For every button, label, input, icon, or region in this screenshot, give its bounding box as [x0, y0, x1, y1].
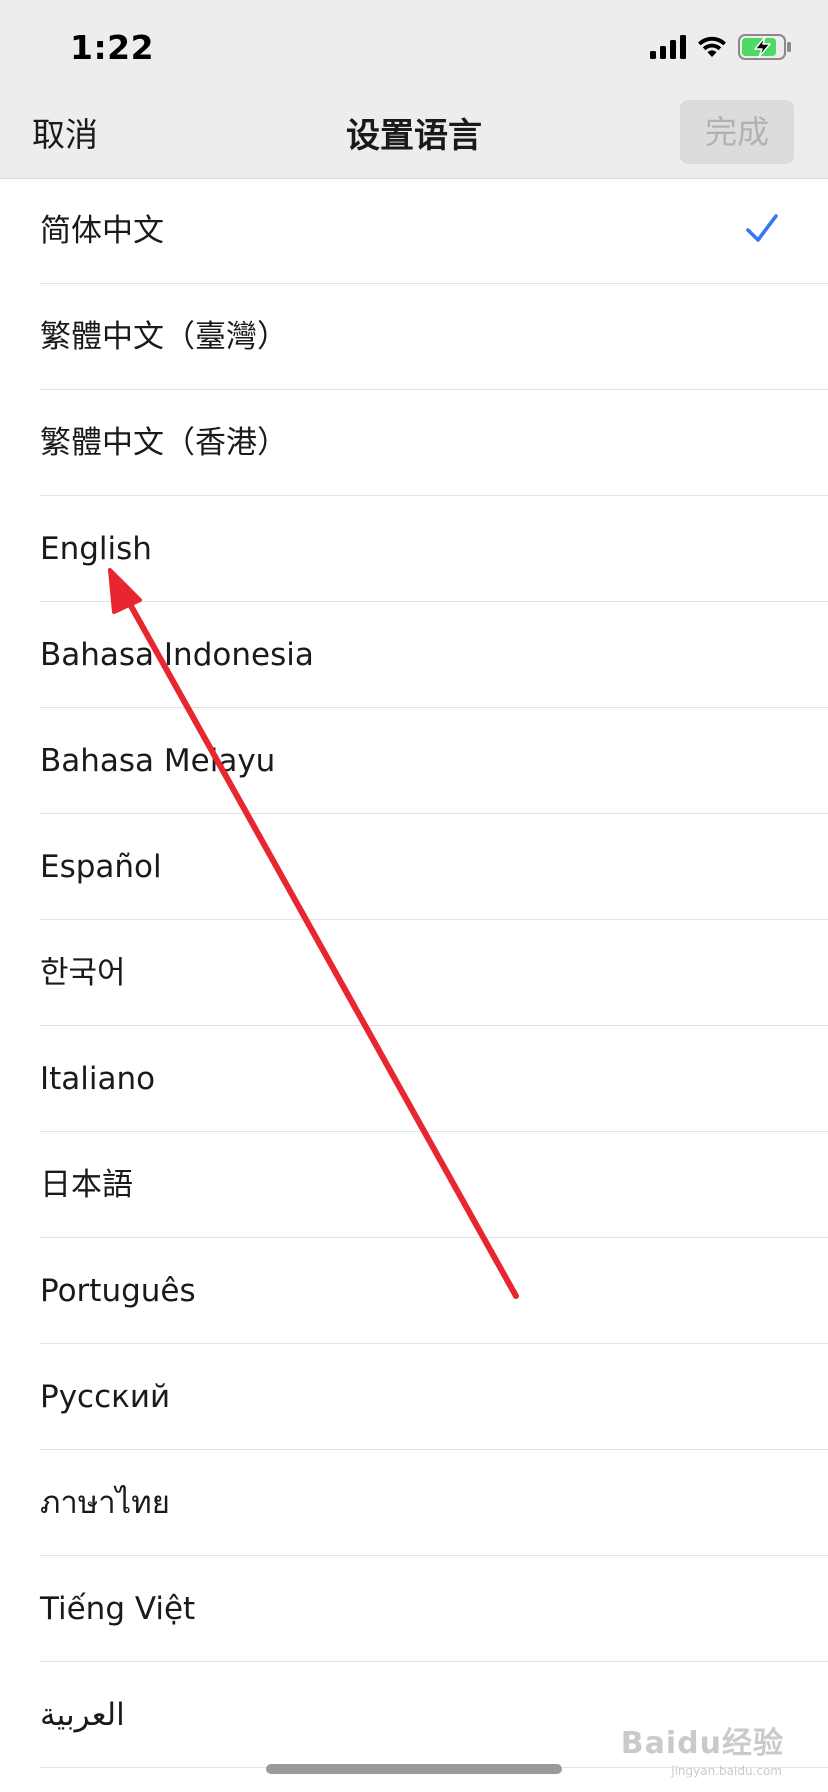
language-option-bahasa-melayu[interactable]: Bahasa Melayu	[0, 708, 828, 814]
language-option-espanol[interactable]: Español	[0, 814, 828, 920]
status-bar: 1:22	[0, 0, 828, 100]
language-label: 한국어	[40, 955, 126, 991]
battery-charging-icon	[738, 34, 791, 60]
home-indicator[interactable]	[266, 1764, 562, 1774]
language-label: Español	[40, 849, 162, 885]
language-option-arabic[interactable]: العربية	[0, 1662, 828, 1768]
language-label: 简体中文	[40, 213, 164, 249]
language-label: ภาษาไทย	[40, 1485, 170, 1521]
language-settings-screen: 1:22 取消 设置语言 完成 简体中文 繁體中文（臺灣） 繁體中文（香港） E…	[0, 0, 828, 1792]
status-time: 1:22	[70, 28, 155, 67]
cancel-button[interactable]: 取消	[32, 108, 98, 156]
language-option-italiano[interactable]: Italiano	[0, 1026, 828, 1132]
language-option-japanese[interactable]: 日本語	[0, 1132, 828, 1238]
language-option-thai[interactable]: ภาษาไทย	[0, 1450, 828, 1556]
status-icons	[650, 34, 792, 60]
language-option-traditional-chinese-hongkong[interactable]: 繁體中文（香港）	[0, 390, 828, 496]
language-label: Русский	[40, 1379, 171, 1415]
language-option-vietnamese[interactable]: Tiếng Việt	[0, 1556, 828, 1662]
language-list: 简体中文 繁體中文（臺灣） 繁體中文（香港） English Bahasa In…	[0, 178, 828, 1768]
wifi-icon	[698, 36, 726, 57]
language-label: 繁體中文（臺灣）	[40, 319, 288, 355]
checkmark-icon	[746, 214, 778, 242]
language-option-portugues[interactable]: Português	[0, 1238, 828, 1344]
language-label: العربية	[40, 1697, 125, 1733]
language-option-english[interactable]: English	[0, 496, 828, 602]
language-label: Tiếng Việt	[40, 1591, 196, 1627]
language-label: Bahasa Melayu	[40, 743, 276, 779]
language-option-simplified-chinese[interactable]: 简体中文	[0, 178, 828, 284]
done-button[interactable]: 完成	[680, 100, 794, 164]
language-option-russian[interactable]: Русский	[0, 1344, 828, 1450]
language-label: 繁體中文（香港）	[40, 425, 288, 461]
header-area: 1:22 取消 设置语言 完成	[0, 0, 828, 179]
language-label: Italiano	[40, 1061, 156, 1097]
language-label: Bahasa Indonesia	[40, 637, 314, 673]
navigation-bar: 取消 设置语言 完成	[0, 100, 828, 178]
cellular-signal-icon	[650, 35, 686, 59]
language-label: Português	[40, 1273, 196, 1309]
language-label: 日本語	[40, 1167, 133, 1203]
language-option-korean[interactable]: 한국어	[0, 920, 828, 1026]
language-option-traditional-chinese-taiwan[interactable]: 繁體中文（臺灣）	[0, 284, 828, 390]
language-option-bahasa-indonesia[interactable]: Bahasa Indonesia	[0, 602, 828, 708]
language-label: English	[40, 531, 152, 567]
